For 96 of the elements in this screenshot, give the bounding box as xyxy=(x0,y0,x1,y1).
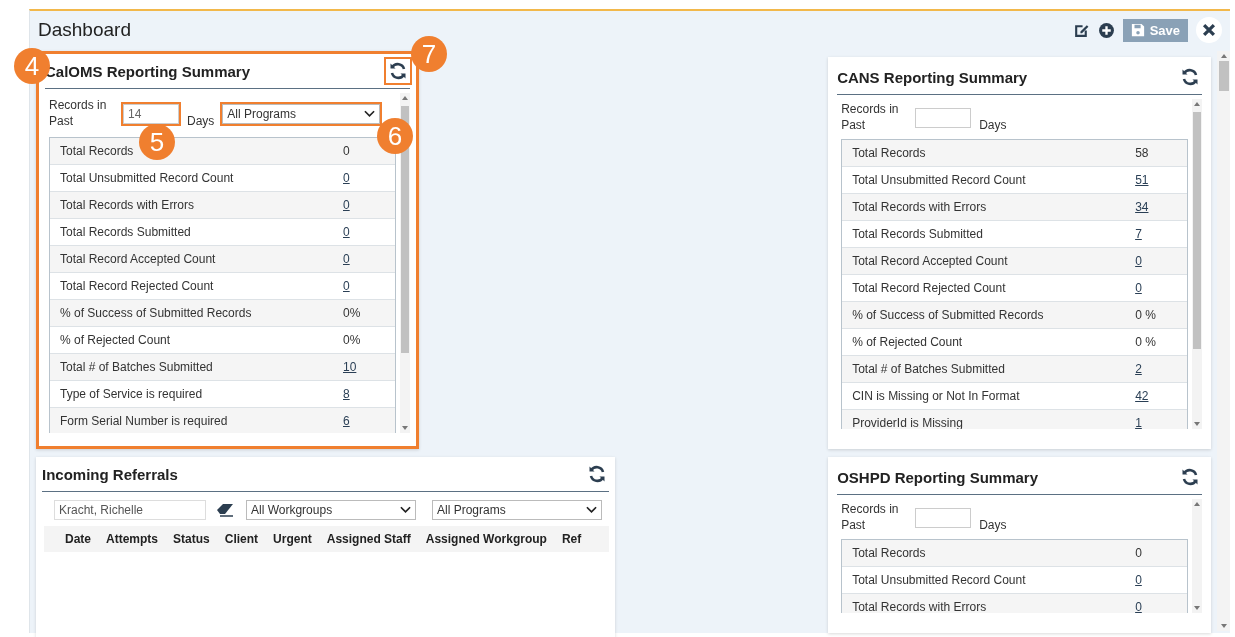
metric-link[interactable]: 42 xyxy=(1135,389,1178,403)
program-dropdown[interactable]: All Programs xyxy=(222,104,381,124)
page-title: Dashboard xyxy=(38,19,131,41)
metric-value: 0% xyxy=(343,306,362,320)
metric-link[interactable]: 0 xyxy=(1135,281,1178,295)
metric-value: 0 xyxy=(343,144,351,158)
metric-label: Total Records with Errors xyxy=(852,600,987,613)
metric-link[interactable]: 1 xyxy=(1135,416,1178,429)
metric-label: Total Unsubmitted Record Count xyxy=(60,171,234,185)
chevron-down-icon xyxy=(400,506,411,514)
scrollbar[interactable] xyxy=(1192,499,1203,613)
metric-label: % of Rejected Count xyxy=(852,335,963,349)
scroll-up-icon[interactable] xyxy=(1194,102,1201,106)
days-label: Days xyxy=(979,518,1007,532)
scrollbar[interactable] xyxy=(1192,99,1203,429)
metric-link[interactable]: 0 xyxy=(343,225,385,239)
metric-label: Total Unsubmitted Record Count xyxy=(852,573,1026,587)
column-header[interactable]: Assigned Staff xyxy=(326,532,411,546)
scroll-up-icon[interactable] xyxy=(1194,502,1201,506)
program-dropdown[interactable]: All Programs xyxy=(432,500,602,520)
metric-link[interactable]: 51 xyxy=(1135,173,1178,187)
page-scrollbar[interactable] xyxy=(1217,51,1230,631)
metric-label: ProviderId is Missing xyxy=(852,416,963,429)
metric-label: Total Record Accepted Count xyxy=(852,254,1008,268)
column-header[interactable]: Urgent xyxy=(273,532,312,546)
metric-link[interactable]: 10 xyxy=(343,360,385,374)
widget-title: CANS Reporting Summary xyxy=(837,68,1028,86)
scroll-up-icon[interactable] xyxy=(1220,54,1227,58)
metric-value: 58 xyxy=(1135,146,1150,160)
metric-label: Total Unsubmitted Record Count xyxy=(852,173,1026,187)
metric-label: Total Records with Errors xyxy=(60,198,195,212)
days-label: Days xyxy=(187,114,215,128)
workgroup-dropdown[interactable]: All Workgroups xyxy=(246,500,416,520)
metric-label: Total Record Rejected Count xyxy=(852,281,1006,295)
widget-title: Incoming Referrals xyxy=(42,465,178,483)
records-label: Records in Past xyxy=(841,502,900,534)
metric-label: CIN is Missing or Not In Format xyxy=(852,389,1020,403)
metric-link[interactable]: 0 xyxy=(343,171,385,185)
metric-value: 0 xyxy=(1135,546,1143,560)
widget-title: OSHPD Reporting Summary xyxy=(837,468,1038,486)
metric-value: 0 % xyxy=(1135,308,1157,322)
scroll-thumb[interactable] xyxy=(1218,61,1229,91)
chevron-down-icon xyxy=(586,506,597,514)
metric-label: Total # of Batches Submitted xyxy=(60,360,213,374)
chevron-down-icon xyxy=(364,110,376,118)
close-icon[interactable] xyxy=(1196,17,1222,43)
metric-link[interactable]: 0 xyxy=(1135,573,1178,587)
metric-label: % of Success of Submitted Records xyxy=(60,306,252,320)
metric-link[interactable]: 0 xyxy=(343,198,385,212)
records-label: Records in Past xyxy=(49,98,108,130)
metric-link[interactable]: 0 xyxy=(1135,254,1178,268)
metric-label: Total Records Submitted xyxy=(60,225,191,239)
scroll-down-icon[interactable] xyxy=(1194,422,1201,426)
add-icon[interactable] xyxy=(1097,21,1115,39)
metric-label: Total Record Rejected Count xyxy=(60,279,214,293)
metric-label: Total Records xyxy=(852,546,926,560)
metric-label: Total Records with Errors xyxy=(852,200,987,214)
scroll-down-icon[interactable] xyxy=(1194,606,1201,610)
metric-label: % of Rejected Count xyxy=(60,333,171,347)
column-header[interactable]: Date xyxy=(65,532,91,546)
metric-link[interactable]: 0 xyxy=(343,279,385,293)
metric-link[interactable]: 0 xyxy=(1135,600,1178,613)
scroll-down-icon[interactable] xyxy=(402,426,408,430)
metric-value: 0 % xyxy=(1135,335,1157,349)
metric-label: Total Record Accepted Count xyxy=(60,252,216,266)
scrollbar[interactable] xyxy=(400,93,410,433)
metric-link[interactable]: 6 xyxy=(343,414,385,428)
metric-link[interactable]: 2 xyxy=(1135,362,1178,376)
scroll-down-icon[interactable] xyxy=(1220,624,1227,628)
days-input[interactable]: 14 xyxy=(123,104,179,124)
metric-link[interactable]: 7 xyxy=(1135,227,1178,241)
column-header[interactable]: Status xyxy=(173,532,210,546)
metric-label: % of Success of Submitted Records xyxy=(852,308,1044,322)
metric-label: Total # of Batches Submitted xyxy=(852,362,1005,376)
metric-label: Total Records xyxy=(60,144,134,158)
days-input[interactable] xyxy=(915,508,972,528)
column-header[interactable]: Attempts xyxy=(106,532,159,546)
callout-badge: 7 xyxy=(411,36,447,72)
column-header[interactable]: Ref xyxy=(561,532,582,546)
metric-label: Form Serial Number is required xyxy=(60,414,228,428)
column-header[interactable]: Client xyxy=(224,532,259,546)
metric-link[interactable]: 34 xyxy=(1135,200,1178,214)
metric-label: Type of Service is required xyxy=(60,387,203,401)
records-label: Records in Past xyxy=(841,102,900,134)
metric-link[interactable]: 0 xyxy=(343,252,385,266)
days-input[interactable] xyxy=(915,108,972,128)
metric-value: 0% xyxy=(343,333,362,347)
metric-label: Total Records Submitted xyxy=(852,227,983,241)
metric-label: Total Records xyxy=(852,146,926,160)
column-header[interactable]: Assigned Workgroup xyxy=(425,532,547,546)
metric-link[interactable]: 8 xyxy=(343,387,385,401)
scroll-up-icon[interactable] xyxy=(402,96,408,100)
days-label: Days xyxy=(979,118,1007,132)
staff-input[interactable]: Kracht, Richelle xyxy=(54,500,206,520)
eraser-icon[interactable] xyxy=(216,503,234,517)
refresh-icon[interactable] xyxy=(386,59,410,83)
